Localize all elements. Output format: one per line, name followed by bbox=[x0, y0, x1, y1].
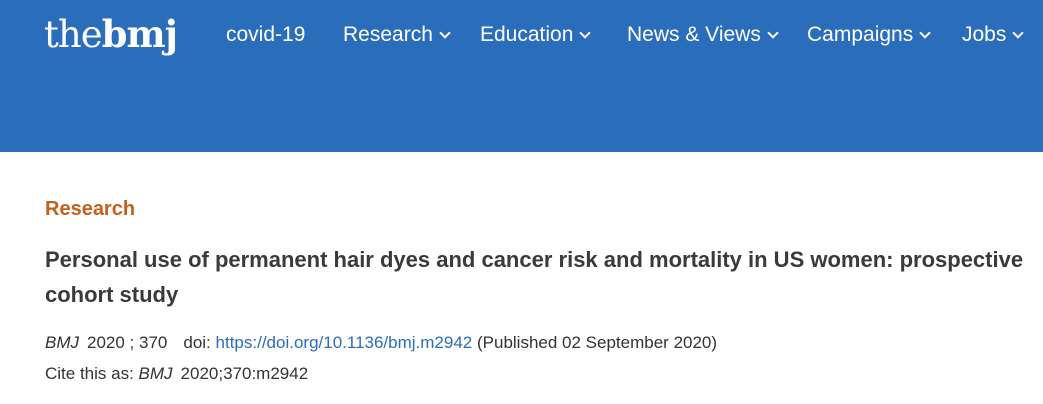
nav-item-label: Education bbox=[480, 23, 574, 46]
chevron-down-icon bbox=[1012, 26, 1025, 39]
nav-item-research[interactable]: Research bbox=[343, 20, 451, 50]
article-title: Personal use of permanent hair dyes and … bbox=[45, 247, 1024, 307]
logo-text-bmj: bmj bbox=[101, 12, 178, 56]
nav-item-education[interactable]: Education bbox=[480, 20, 592, 50]
doi-label: doi: bbox=[183, 333, 211, 352]
nav-item-label: Campaigns bbox=[807, 23, 914, 46]
cite-as-reference: 2020;370:m2942 bbox=[180, 364, 309, 383]
chevron-down-icon bbox=[579, 26, 592, 39]
nav-item-label: covid-19 bbox=[226, 23, 306, 46]
cite-as-line: Cite this as: BMJ 2020;370:m2942 bbox=[45, 363, 1035, 385]
journal-name: BMJ bbox=[45, 333, 79, 352]
nav-item-label: News & Views bbox=[627, 23, 761, 46]
section-label-research[interactable]: Research bbox=[45, 196, 135, 222]
year-volume: 2020 ; 370 bbox=[87, 333, 168, 352]
article-citation: BMJ 2020 ; 370 doi: https://doi.org/10.113… bbox=[45, 332, 1035, 354]
doi-link[interactable]: https://doi.org/10.1136/bmj.m2942 bbox=[216, 333, 473, 352]
nav-item-label: Jobs bbox=[962, 23, 1007, 46]
chevron-down-icon bbox=[919, 26, 931, 39]
bmj-logo[interactable]: thebmj bbox=[44, 10, 178, 59]
page: thebmj covid-19 Research Education News … bbox=[0, 0, 1043, 404]
chevron-down-icon bbox=[767, 26, 779, 39]
nav-item-jobs[interactable]: Jobs bbox=[962, 20, 1025, 50]
nav-item-campaigns[interactable]: Campaigns bbox=[807, 20, 931, 50]
cite-as-label: Cite this as: bbox=[45, 364, 134, 383]
cite-as-journal: BMJ bbox=[138, 364, 173, 383]
chevron-down-icon bbox=[439, 26, 451, 39]
site-header: thebmj covid-19 Research Education News … bbox=[0, 0, 1043, 152]
published-date: (Published 02 September 2020) bbox=[477, 333, 718, 352]
logo-text-the: the bbox=[44, 13, 103, 56]
nav-item-label: Research bbox=[343, 23, 433, 46]
nav-item-news-views[interactable]: News & Views bbox=[627, 20, 779, 50]
nav-item-covid-19[interactable]: covid-19 bbox=[226, 20, 305, 50]
